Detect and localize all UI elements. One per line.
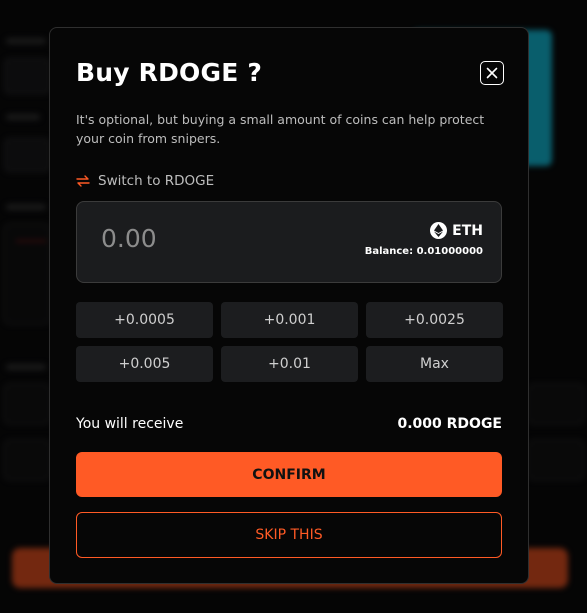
preset-button[interactable]: +0.01 bbox=[221, 346, 358, 382]
preset-button[interactable]: +0.001 bbox=[221, 302, 358, 338]
receive-label: You will receive bbox=[76, 416, 184, 432]
preset-amounts: +0.0005 +0.001 +0.0025 +0.005 +0.01 Max bbox=[76, 302, 503, 382]
confirm-button[interactable]: CONFIRM bbox=[76, 452, 502, 497]
switch-token-label: Switch to RDOGE bbox=[98, 173, 215, 189]
close-button[interactable] bbox=[480, 61, 504, 85]
modal-description: It's optional, but buying a small amount… bbox=[76, 112, 485, 146]
skip-button[interactable]: SKIP THIS bbox=[76, 512, 502, 558]
switch-token-link[interactable]: Switch to RDOGE bbox=[76, 173, 214, 189]
swap-arrows-icon bbox=[76, 174, 90, 188]
receive-row: You will receive 0.000 RDOGE bbox=[76, 416, 502, 432]
receive-value: 0.000 RDOGE bbox=[397, 416, 502, 432]
preset-button[interactable]: +0.005 bbox=[76, 346, 213, 382]
token-symbol: ETH bbox=[452, 222, 483, 239]
token-selector: ETH bbox=[430, 222, 483, 239]
max-button[interactable]: Max bbox=[366, 346, 503, 382]
preset-button[interactable]: +0.0025 bbox=[366, 302, 503, 338]
preset-button[interactable]: +0.0005 bbox=[76, 302, 213, 338]
buy-token-modal: Buy RDOGE ? It's optional, but buying a … bbox=[49, 27, 529, 584]
close-icon bbox=[486, 67, 498, 79]
balance-text: Balance: 0.01000000 bbox=[364, 246, 483, 257]
amount-value[interactable]: 0.00 bbox=[101, 224, 157, 253]
modal-title: Buy RDOGE ? bbox=[76, 58, 263, 87]
amount-input[interactable]: 0.00 ETH Balance: 0.01000000 bbox=[76, 201, 502, 283]
ethereum-icon bbox=[430, 222, 448, 239]
